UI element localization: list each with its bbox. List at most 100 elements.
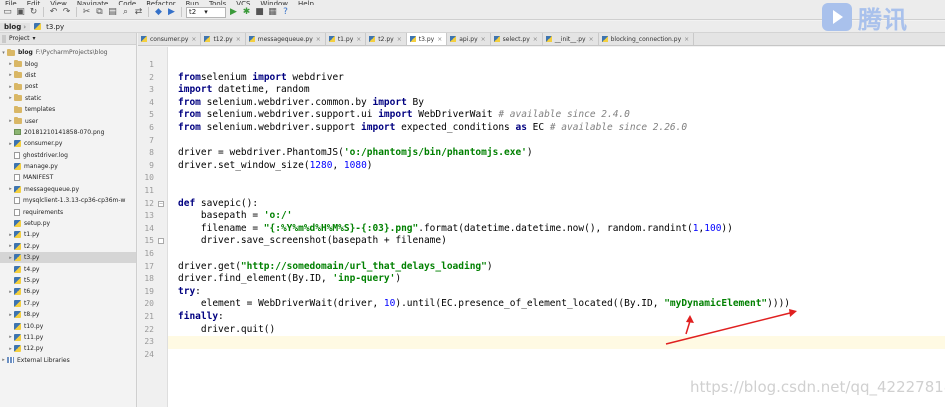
tree-item[interactable]: ▸ t11.py xyxy=(0,332,136,343)
tree-item[interactable]: ▸ consumer.py xyxy=(0,138,136,149)
fold-marker-icon[interactable] xyxy=(158,238,164,245)
refresh-icon[interactable]: ↻ xyxy=(28,7,39,18)
tree-item[interactable]: mysqlclient-1.3.13-cp36-cp36m-w xyxy=(0,195,136,206)
editor-tab[interactable]: consumer.py × xyxy=(138,33,202,45)
project-panel-header[interactable]: Project ▾ xyxy=(0,33,136,45)
copy-icon[interactable]: ⧉ xyxy=(94,7,105,18)
expand-arrow-icon[interactable]: ▾ xyxy=(0,50,7,56)
tree-item[interactable]: t4.py xyxy=(0,263,136,274)
tree-item-label: consumer.py xyxy=(24,140,63,148)
tree-item[interactable]: ▸ t12.py xyxy=(0,343,136,354)
python-file-icon xyxy=(141,36,147,42)
redo-icon[interactable]: ↷ xyxy=(61,7,72,18)
paste-icon[interactable]: ▤ xyxy=(107,7,118,18)
help-icon[interactable]: ? xyxy=(280,7,291,18)
expand-arrow-icon[interactable]: ▸ xyxy=(7,61,14,67)
tree-item-label: static xyxy=(25,94,42,102)
editor-tab[interactable]: t2.py × xyxy=(366,33,407,45)
folder-open-icon[interactable]: ▭ xyxy=(2,7,13,18)
stop-icon[interactable]: ■ xyxy=(254,7,265,18)
tree-item[interactable]: ▸ static xyxy=(0,93,136,104)
editor-tab[interactable]: messagequeue.py × xyxy=(246,33,326,45)
tree-item-label: blog xyxy=(25,60,38,68)
run-icon[interactable]: ▶ xyxy=(228,7,239,18)
expand-arrow-icon[interactable]: ▸ xyxy=(7,95,14,101)
python-file-icon xyxy=(14,322,21,330)
tree-item[interactable]: ▸ t1.py xyxy=(0,229,136,240)
expand-arrow-icon[interactable]: ▸ xyxy=(0,357,7,363)
expand-arrow-icon[interactable]: ▸ xyxy=(7,289,14,295)
code-token: selenium.webdriver.support xyxy=(200,122,362,133)
editor-tab[interactable]: api.py × xyxy=(447,33,491,45)
sdk-icon[interactable]: ▦ xyxy=(267,7,278,18)
editor-tab[interactable]: select.py × xyxy=(491,33,543,45)
tree-item[interactable]: t7.py xyxy=(0,298,136,309)
expand-arrow-icon[interactable]: ▸ xyxy=(7,118,14,124)
expand-arrow-icon[interactable]: ▸ xyxy=(7,255,14,261)
fold-marker-icon[interactable]: − xyxy=(158,200,164,207)
replace-icon[interactable]: ⇄ xyxy=(133,7,144,18)
close-icon[interactable]: × xyxy=(533,36,538,43)
close-icon[interactable]: × xyxy=(589,36,594,43)
expand-arrow-icon[interactable]: ▸ xyxy=(7,232,14,238)
editor-tab[interactable]: t12.py × xyxy=(201,33,246,45)
close-icon[interactable]: × xyxy=(356,36,361,43)
close-icon[interactable]: × xyxy=(397,36,402,43)
tree-item[interactable]: manage.py xyxy=(0,161,136,172)
tree-item[interactable]: templates xyxy=(0,104,136,115)
editor-tab[interactable]: t1.py × xyxy=(326,33,367,45)
cut-icon[interactable]: ✂ xyxy=(81,7,92,18)
tree-root[interactable]: ▾ blog F:\PycharmProjects\blog xyxy=(0,47,136,58)
tree-item[interactable]: ▸ t8.py xyxy=(0,309,136,320)
close-icon[interactable]: × xyxy=(191,36,196,43)
tree-item[interactable]: setup.py xyxy=(0,218,136,229)
tree-item[interactable]: MANIFEST xyxy=(0,172,136,183)
tree-item[interactable]: ▸ user xyxy=(0,115,136,126)
close-icon[interactable]: × xyxy=(481,36,486,43)
breadcrumb-file[interactable]: t3.py xyxy=(30,23,68,31)
tree-item[interactable]: ▸ dist xyxy=(0,70,136,81)
editor-tab[interactable]: __init__.py × xyxy=(543,33,599,45)
tree-item[interactable]: ▸ messagequeue.py xyxy=(0,184,136,195)
debug-icon[interactable]: ✱ xyxy=(241,7,252,18)
editor-tab[interactable]: t3.py × xyxy=(406,33,448,45)
code-editor[interactable]: 1 2 3 4 5 6 7 8 9 10 11 12 13 14 15 16 17 18 19 20 21 22 23 24−… xyxy=(138,47,945,407)
code-token: selenium xyxy=(200,71,253,83)
expand-arrow-icon[interactable]: ▸ xyxy=(7,243,14,249)
close-icon[interactable]: × xyxy=(236,36,241,43)
close-icon[interactable]: × xyxy=(437,36,442,43)
tree-item[interactable]: requirements xyxy=(0,206,136,217)
close-icon[interactable]: × xyxy=(684,36,689,43)
tree-item[interactable]: 20181210141858-070.png xyxy=(0,127,136,138)
tree-item[interactable]: ▸ post xyxy=(0,81,136,92)
tree-item[interactable]: ▸ External Libraries xyxy=(0,355,136,366)
file-icon xyxy=(14,208,20,216)
save-icon[interactable]: ▣ xyxy=(15,7,26,18)
tree-item[interactable]: ghostdriver.log xyxy=(0,150,136,161)
find-icon[interactable]: ⌕ xyxy=(120,7,131,18)
expand-arrow-icon[interactable]: ▸ xyxy=(7,72,14,78)
tree-item[interactable]: ▸ t2.py xyxy=(0,241,136,252)
python-file-icon xyxy=(14,231,21,239)
tree-item[interactable]: ▸ blog xyxy=(0,58,136,69)
expand-arrow-icon[interactable]: ▸ xyxy=(7,334,14,340)
tree-item[interactable]: t10.py xyxy=(0,320,136,331)
tree-item[interactable]: t5.py xyxy=(0,275,136,286)
undo-icon[interactable]: ↶ xyxy=(48,7,59,18)
expand-arrow-icon[interactable]: ▸ xyxy=(7,84,14,90)
code-token: savepic(): xyxy=(195,197,259,209)
breadcrumb-project[interactable]: blog › xyxy=(0,22,31,31)
run-configuration-select[interactable]: t2 ▾ xyxy=(186,6,226,18)
tree-item[interactable]: ▸ t3.py xyxy=(0,252,136,264)
forward-icon[interactable]: ▶ xyxy=(166,7,177,18)
expand-arrow-icon[interactable]: ▸ xyxy=(7,141,14,147)
close-icon[interactable]: × xyxy=(316,36,321,43)
tree-item-label: MANIFEST xyxy=(23,174,54,182)
editor-tab[interactable]: blocking_connection.py × xyxy=(599,33,695,45)
tree-item-label: t11.py xyxy=(24,333,44,341)
expand-arrow-icon[interactable]: ▸ xyxy=(7,312,14,318)
expand-arrow-icon[interactable]: ▸ xyxy=(7,186,14,192)
tree-item[interactable]: ▸ t6.py xyxy=(0,286,136,297)
back-icon[interactable]: ◆ xyxy=(153,7,164,18)
expand-arrow-icon[interactable]: ▸ xyxy=(7,346,14,352)
